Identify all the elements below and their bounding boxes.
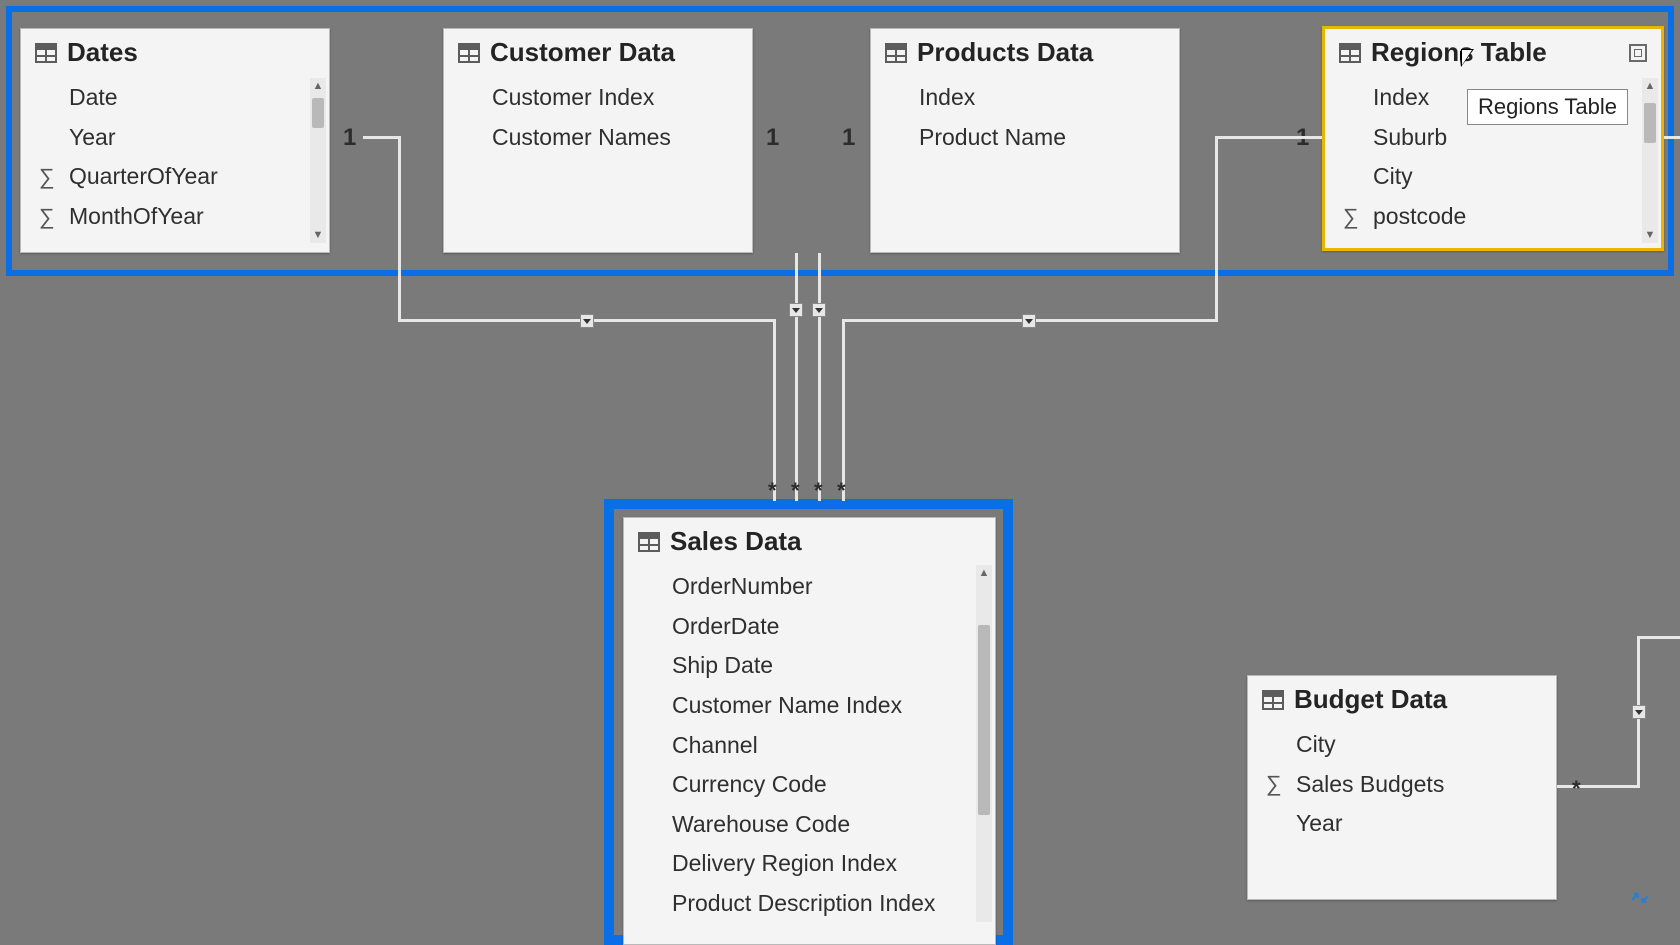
scroll-down-icon[interactable]: ▼ (1642, 227, 1658, 243)
field[interactable]: ∑QuarterOfYear (21, 157, 329, 197)
relationship-direction-icon (789, 303, 803, 317)
cardinality-many: * (791, 478, 800, 504)
field[interactable]: Currency Code (624, 765, 995, 805)
relationship-line[interactable] (363, 136, 401, 139)
field[interactable]: Customer Index (444, 78, 752, 118)
field[interactable]: OrderNumber (624, 567, 995, 607)
expand-table-icon[interactable] (1629, 44, 1647, 62)
table-budget[interactable]: Budget Data City ∑Sales Budgets Year (1247, 675, 1557, 900)
cardinality-many: * (768, 478, 777, 504)
scroll-thumb[interactable] (312, 98, 324, 128)
field[interactable]: Delivery Region Index (624, 844, 995, 884)
table-dates[interactable]: Dates Date Year ∑QuarterOfYear ∑MonthOfY… (20, 28, 330, 253)
cardinality-one: 1 (842, 124, 855, 152)
relationship-direction-icon (812, 303, 826, 317)
relationship-direction-icon (580, 314, 594, 328)
field[interactable]: Product Name (871, 118, 1179, 158)
field[interactable]: City (1248, 725, 1556, 765)
relationship-line[interactable] (1664, 136, 1680, 139)
scroll-up-icon[interactable]: ▲ (310, 78, 326, 94)
table-products[interactable]: Products Data Index Product Name (870, 28, 1180, 253)
field[interactable]: Customer Name Index (624, 686, 995, 726)
sigma-icon: ∑ (1343, 200, 1359, 234)
scroll-thumb[interactable] (978, 625, 990, 815)
field[interactable]: Date (21, 78, 329, 118)
table-title: Customer Data (490, 37, 675, 68)
scroll-down-icon[interactable]: ▼ (310, 227, 326, 243)
cardinality-many: * (1572, 776, 1581, 802)
relationship-line[interactable] (1215, 136, 1218, 321)
cardinality-one: 1 (766, 124, 779, 152)
table-title: Sales Data (670, 526, 802, 557)
table-icon (885, 43, 907, 63)
relationship-line[interactable] (1557, 785, 1640, 788)
scrollbar[interactable]: ▲ ▼ (1642, 78, 1658, 243)
table-customer[interactable]: Customer Data Customer Index Customer Na… (443, 28, 753, 253)
field[interactable]: ∑postcode (1325, 197, 1661, 237)
field[interactable]: ∑MonthOfYear (21, 197, 329, 237)
table-title: Dates (67, 37, 138, 68)
field[interactable]: Product Description Index (624, 884, 995, 924)
cursor-icon (1460, 51, 1464, 67)
relationship-line[interactable] (795, 253, 798, 501)
cardinality-many: * (837, 478, 846, 504)
field[interactable]: Year (21, 118, 329, 158)
relationship-line[interactable] (773, 319, 776, 501)
field[interactable]: City (1325, 157, 1661, 197)
field[interactable]: Year (1248, 804, 1556, 844)
field[interactable]: Channel (624, 726, 995, 766)
sigma-icon: ∑ (1266, 767, 1282, 801)
field[interactable]: Index (871, 78, 1179, 118)
relationship-line[interactable] (818, 253, 821, 501)
relationship-line[interactable] (1215, 136, 1322, 139)
field[interactable]: ∑Sales Budgets (1248, 765, 1556, 805)
scroll-up-icon[interactable]: ▲ (1642, 78, 1658, 94)
fit-to-screen-icon[interactable] (1628, 886, 1652, 910)
field[interactable]: Ship Date (624, 646, 995, 686)
table-title: Regions Table (1371, 37, 1547, 68)
scroll-up-icon[interactable]: ▲ (976, 565, 992, 581)
table-icon (1262, 690, 1284, 710)
field[interactable]: Warehouse Code (624, 805, 995, 845)
scroll-thumb[interactable] (1644, 103, 1656, 143)
cardinality-one: 1 (343, 124, 356, 152)
table-icon (35, 43, 57, 63)
relationship-direction-icon (1632, 705, 1646, 719)
table-icon (1339, 43, 1361, 63)
table-title: Budget Data (1294, 684, 1447, 715)
scrollbar[interactable]: ▲ (976, 565, 992, 922)
relationship-line[interactable] (842, 319, 845, 501)
scrollbar[interactable]: ▲ ▼ (310, 78, 326, 243)
field[interactable]: OrderDate (624, 607, 995, 647)
table-title: Products Data (917, 37, 1093, 68)
relationship-direction-icon (1022, 314, 1036, 328)
tooltip-regions: Regions Table (1467, 89, 1628, 125)
relationship-line[interactable] (398, 136, 401, 321)
field[interactable]: Customer Names (444, 118, 752, 158)
table-icon (458, 43, 480, 63)
relationship-line[interactable] (1637, 636, 1680, 639)
table-icon (638, 532, 660, 552)
table-sales[interactable]: Sales Data OrderNumber OrderDate Ship Da… (623, 517, 996, 945)
cardinality-many: * (814, 478, 823, 504)
table-regions[interactable]: Regions Table Index Suburb City ∑postcod… (1322, 26, 1664, 251)
sigma-icon: ∑ (39, 160, 55, 194)
sigma-icon: ∑ (39, 200, 55, 234)
